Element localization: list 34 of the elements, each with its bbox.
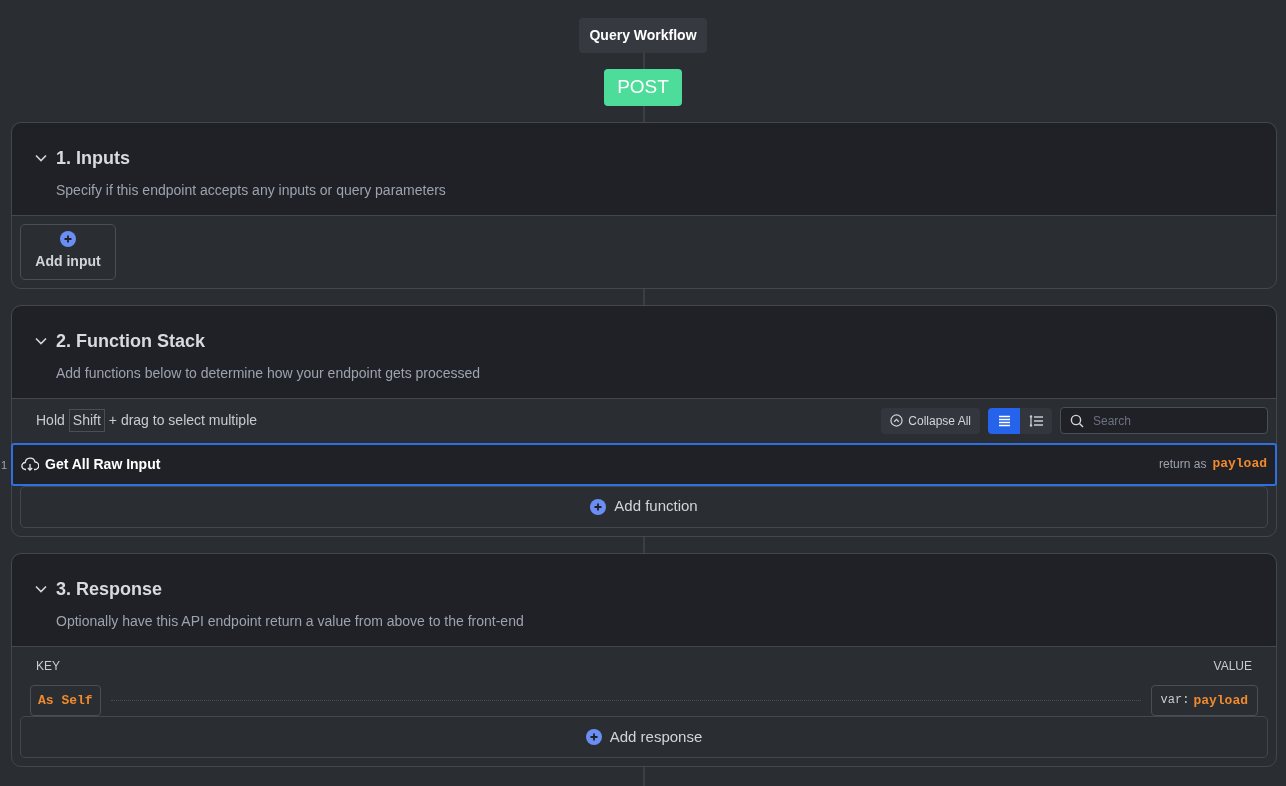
section-description: Add functions below to determine how your endpoint gets processed bbox=[56, 363, 482, 383]
add-button[interactable]: Add function bbox=[20, 485, 1268, 528]
section-title: 3. Response bbox=[56, 577, 163, 601]
chevron-up-circle-icon bbox=[890, 414, 904, 427]
section-description: Optionally have this API endpoint return a value from above to the front-end bbox=[56, 611, 525, 631]
function-name: Get All Raw Input bbox=[45, 454, 161, 474]
response-value: var: payload bbox=[1150, 684, 1258, 716]
collapse-all-button[interactable]: Collapse All bbox=[881, 407, 980, 434]
cloud-download-icon bbox=[21, 456, 39, 472]
workflow-title: Query Workflow bbox=[579, 18, 707, 53]
shift-key: Shift bbox=[68, 409, 105, 432]
return-variable: payload bbox=[1212, 455, 1267, 474]
numbered-list-icon bbox=[1028, 414, 1044, 427]
add-button[interactable]: Add response bbox=[20, 716, 1268, 758]
line-number: 1 bbox=[1, 457, 8, 473]
view-mode-toggle[interactable] bbox=[1020, 407, 1052, 434]
view-mode-toggle[interactable] bbox=[988, 407, 1020, 434]
section-title: 2. Function Stack bbox=[56, 329, 206, 353]
plus-icon bbox=[60, 231, 76, 247]
plus-icon bbox=[590, 498, 607, 515]
search-field[interactable]: Search bbox=[1060, 407, 1268, 434]
section-description: Specify if this endpoint accepts any inputs or query parameters bbox=[56, 180, 447, 200]
hint-text: + drag to select multiple bbox=[108, 411, 258, 430]
plus-icon bbox=[585, 729, 602, 745]
list-icon bbox=[997, 414, 1011, 427]
method-badge: POST bbox=[604, 69, 682, 106]
column-header: VALUE bbox=[1213, 657, 1252, 675]
response-key: As Self bbox=[30, 684, 101, 716]
hint-text: Hold bbox=[36, 411, 65, 430]
function-row[interactable]: Get All Raw Input return as payload bbox=[11, 442, 1277, 486]
column-header: KEY bbox=[36, 657, 60, 675]
add-input-button[interactable]: Add input bbox=[20, 223, 116, 280]
return-label: return as bbox=[1159, 456, 1207, 473]
section-title: 1. Inputs bbox=[56, 146, 130, 170]
